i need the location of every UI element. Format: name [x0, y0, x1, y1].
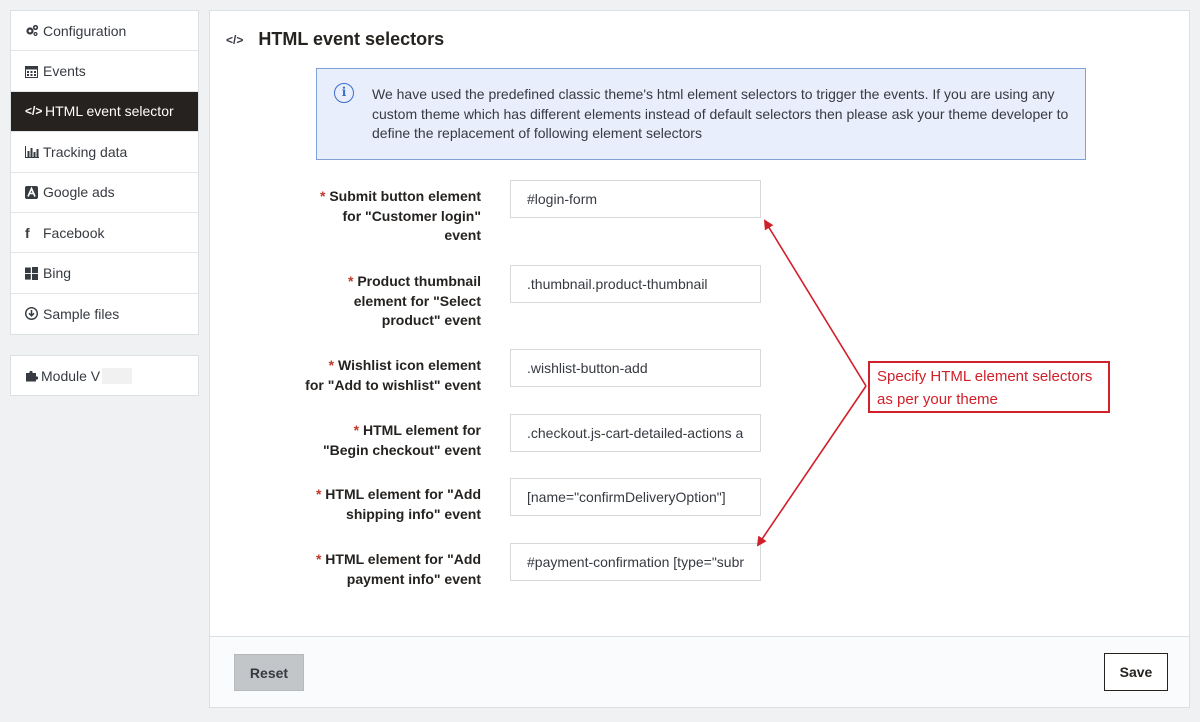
sidebar-item-html-event-selector[interactable]: </> HTML event selector: [11, 91, 198, 133]
label-line: HTML element for "Add: [325, 486, 481, 502]
label-line: event: [444, 227, 481, 243]
sidebar-item-label: HTML event selector: [45, 103, 174, 120]
sidebar: Configuration Events </> HTML event sele…: [10, 10, 199, 397]
sidebar-item-sample-files[interactable]: Sample files: [11, 294, 198, 334]
field-label-customer-login: * Submit button element for "Customer lo…: [306, 187, 481, 246]
download-icon: [25, 307, 41, 321]
module-version: Module V: [10, 355, 199, 397]
bar-chart-icon: [25, 145, 41, 158]
sidebar-item-configuration[interactable]: Configuration: [11, 11, 198, 52]
module-version-label: Module V: [41, 367, 101, 384]
field-label-add-payment-info: * HTML element for "Add payment info" ev…: [306, 550, 481, 589]
arrow-to-customer-login: [763, 219, 867, 387]
label-line: for "Add to wishlist" event: [305, 376, 481, 393]
sidebar-item-label: Facebook: [43, 224, 105, 241]
sidebar-item-tracking-data[interactable]: Tracking data: [11, 132, 198, 173]
sidebar-item-facebook[interactable]: f Facebook: [11, 213, 198, 254]
callout-line: as per your theme: [877, 391, 998, 408]
label-line: Product thumbnail: [357, 273, 481, 289]
arrow-to-payment-info: [756, 385, 867, 547]
label-line: shipping info" event: [346, 505, 481, 522]
label-line: "Begin checkout" event: [323, 441, 481, 458]
select-product-selector-input[interactable]: [510, 265, 761, 303]
sidebar-item-events[interactable]: Events: [11, 51, 198, 92]
begin-checkout-selector-input[interactable]: [510, 414, 761, 452]
sidebar-item-label: Events: [43, 63, 86, 80]
calendar-icon: [25, 65, 41, 78]
sidebar-item-label: Sample files: [43, 305, 120, 322]
field-label-select-product: * Product thumbnail element for "Select …: [306, 272, 481, 331]
save-button[interactable]: Save: [1104, 653, 1168, 691]
sidebar-item-bing[interactable]: Bing: [11, 253, 198, 294]
label-line: Submit button element: [329, 188, 481, 204]
required-mark: *: [353, 422, 360, 438]
required-mark: *: [315, 551, 322, 567]
required-mark: *: [328, 357, 335, 373]
sidebar-item-google-ads[interactable]: Google ads: [11, 173, 198, 213]
label-line: product" event: [381, 312, 481, 328]
page-title: HTML event selectors: [258, 29, 445, 49]
panel-footer: Reset Save: [210, 636, 1189, 707]
code-icon: </>: [226, 32, 244, 47]
alert-text: We have used the predefined classic them…: [372, 86, 1069, 141]
sidebar-item-label: Bing: [43, 265, 72, 282]
field-label-add-to-wishlist: * Wishlist icon element for "Add to wish…: [296, 356, 481, 395]
field-label-begin-checkout: * HTML element for "Begin checkout" even…: [306, 421, 481, 460]
label-line: HTML element for: [363, 422, 481, 438]
label-line: element for "Select: [353, 292, 481, 309]
html-event-selectors-panel: </> HTML event selectors i We have used …: [209, 10, 1190, 708]
callout-line: Specify HTML element selectors: [877, 368, 1093, 385]
add-to-wishlist-selector-input[interactable]: [510, 349, 761, 387]
sidebar-nav: Configuration Events </> HTML event sele…: [10, 10, 199, 336]
info-icon: i: [334, 83, 354, 103]
sidebar-item-label: Tracking data: [43, 143, 128, 160]
add-payment-info-selector-input[interactable]: [510, 543, 761, 581]
sidebar-item-label: Configuration: [43, 22, 127, 39]
panel-header: </> HTML event selectors: [226, 29, 444, 50]
reset-button[interactable]: Reset: [234, 654, 304, 691]
field-label-add-shipping-info: * HTML element for "Add shipping info" e…: [306, 485, 481, 524]
info-alert: i We have used the predefined classic th…: [316, 68, 1086, 160]
required-mark: *: [319, 188, 326, 204]
add-shipping-info-selector-input[interactable]: [510, 478, 761, 516]
label-line: for "Customer login": [342, 207, 482, 224]
label-line: payment info" event: [346, 570, 481, 587]
code-icon: </>: [25, 104, 43, 119]
label-line: HTML element for "Add: [325, 551, 481, 567]
customer-login-selector-input[interactable]: [510, 180, 761, 218]
annotation-callout: Specify HTML element selectors as per yo…: [868, 361, 1110, 413]
redacted-version: [102, 367, 133, 384]
google-ads-icon: [25, 185, 41, 199]
facebook-icon: f: [25, 224, 30, 241]
sidebar-item-label: Google ads: [43, 184, 115, 201]
windows-icon: [25, 266, 41, 280]
required-mark: *: [347, 273, 354, 289]
puzzle-icon: [25, 369, 41, 382]
required-mark: *: [315, 486, 322, 502]
label-line: Wishlist icon element: [337, 357, 481, 373]
gears-icon: [25, 24, 41, 37]
